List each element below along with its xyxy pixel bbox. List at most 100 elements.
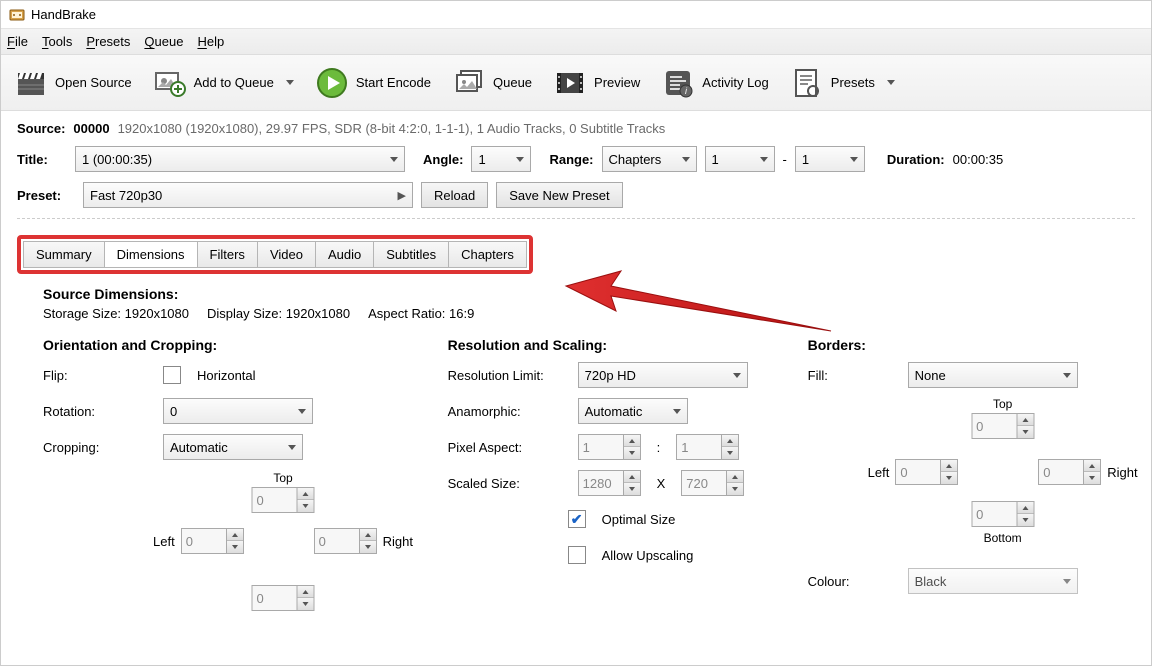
- menu-file[interactable]: File: [7, 34, 28, 49]
- flip-label: Flip:: [43, 368, 153, 383]
- separator: [17, 218, 1135, 219]
- display-size: Display Size: 1920x1080: [207, 306, 350, 321]
- border-left-spinner[interactable]: [895, 459, 958, 485]
- border-bottom-input[interactable]: [972, 502, 1016, 526]
- add-queue-icon: [154, 67, 186, 99]
- chevron-down-icon: [1063, 579, 1071, 584]
- aspect-ratio: Aspect Ratio: 16:9: [368, 306, 474, 321]
- duration-label: Duration:: [887, 152, 945, 167]
- fill-value: None: [915, 368, 946, 383]
- play-icon: [316, 67, 348, 99]
- storage-size: Storage Size: 1920x1080: [43, 306, 189, 321]
- scaled-x: X: [657, 476, 666, 491]
- save-new-preset-button[interactable]: Save New Preset: [496, 182, 622, 208]
- menu-presets[interactable]: Presets: [86, 34, 130, 49]
- border-right-input[interactable]: [1039, 460, 1083, 484]
- tab-video[interactable]: Video: [257, 241, 315, 268]
- preview-button[interactable]: Preview: [548, 63, 646, 103]
- scaled-h-spinner[interactable]: [681, 470, 744, 496]
- border-top-label: Top: [971, 397, 1034, 411]
- chevron-down-icon: [390, 157, 398, 162]
- angle-value: 1: [478, 152, 485, 167]
- border-bottom-label: Bottom: [971, 531, 1034, 545]
- source-dimensions-heading: Source Dimensions:: [43, 286, 1115, 302]
- app-window: HandBrake File Tools Presets Queue Help …: [0, 0, 1152, 666]
- resolution-column: Resolution and Scaling: Resolution Limit…: [448, 331, 748, 611]
- activity-log-button[interactable]: i Activity Log: [656, 63, 774, 103]
- angle-select[interactable]: 1: [471, 146, 531, 172]
- par-x-spinner[interactable]: [578, 434, 641, 460]
- border-top-input[interactable]: [972, 414, 1016, 438]
- anamorphic-select[interactable]: Automatic: [578, 398, 688, 424]
- range-to-select[interactable]: 1: [795, 146, 865, 172]
- fill-label: Fill:: [808, 368, 898, 383]
- crop-bottom-input[interactable]: [253, 586, 297, 610]
- border-top-spinner[interactable]: [971, 413, 1034, 439]
- border-left-input[interactable]: [896, 460, 940, 484]
- crop-right-spinner[interactable]: [314, 528, 377, 554]
- rotation-select[interactable]: 0: [163, 398, 313, 424]
- fill-select[interactable]: None: [908, 362, 1078, 388]
- tab-audio[interactable]: Audio: [315, 241, 373, 268]
- allow-upscaling-checkbox[interactable]: [568, 546, 586, 564]
- colour-select[interactable]: Black: [908, 568, 1078, 594]
- border-grid: Top Left Right Botto: [868, 397, 1138, 547]
- scaled-w-input[interactable]: [579, 471, 623, 495]
- crop-left-input[interactable]: [182, 529, 226, 553]
- preset-select[interactable]: Fast 720p30 ▶: [83, 182, 413, 208]
- res-limit-select[interactable]: 720p HD: [578, 362, 748, 388]
- scaled-w-spinner[interactable]: [578, 470, 641, 496]
- tab-dimensions[interactable]: Dimensions: [104, 241, 197, 268]
- preview-icon: [554, 67, 586, 99]
- title-value: 1 (00:00:35): [82, 152, 152, 167]
- cropping-select[interactable]: Automatic: [163, 434, 303, 460]
- res-limit-value: 720p HD: [585, 368, 636, 383]
- par-label: Pixel Aspect:: [448, 440, 568, 455]
- chevron-down-icon: [733, 373, 741, 378]
- start-encode-button[interactable]: Start Encode: [310, 63, 437, 103]
- par-y-input[interactable]: [677, 435, 721, 459]
- cropping-label: Cropping:: [43, 440, 153, 455]
- optimal-size-checkbox[interactable]: [568, 510, 586, 528]
- par-y-spinner[interactable]: [676, 434, 739, 460]
- title-label: Title:: [17, 152, 67, 167]
- crop-top-input[interactable]: [253, 488, 297, 512]
- crop-top-spinner[interactable]: [252, 487, 315, 513]
- tab-filters[interactable]: Filters: [197, 241, 257, 268]
- range-from-value: 1: [712, 152, 719, 167]
- tab-summary[interactable]: Summary: [23, 241, 104, 268]
- queue-button[interactable]: Queue: [447, 63, 538, 103]
- crop-top-label: Top: [252, 471, 315, 485]
- chevron-down-icon: [1063, 373, 1071, 378]
- open-source-button[interactable]: Open Source: [9, 63, 138, 103]
- tab-chapters[interactable]: Chapters: [448, 241, 527, 268]
- res-limit-label: Resolution Limit:: [448, 368, 568, 383]
- crop-left-spinner[interactable]: [181, 528, 244, 554]
- tab-subtitles[interactable]: Subtitles: [373, 241, 448, 268]
- reload-button[interactable]: Reload: [421, 182, 488, 208]
- colour-label: Colour:: [808, 574, 898, 589]
- orientation-column: Orientation and Cropping: Flip: Horizont…: [43, 331, 388, 611]
- source-label: Source:: [17, 121, 65, 136]
- allow-upscaling-label: Allow Upscaling: [602, 548, 694, 563]
- flip-checkbox[interactable]: [163, 366, 181, 384]
- activity-log-label: Activity Log: [702, 75, 768, 90]
- border-bottom-spinner[interactable]: [971, 501, 1034, 527]
- menu-help[interactable]: Help: [197, 34, 224, 49]
- crop-grid: Top Left Right: [153, 471, 413, 611]
- par-x-input[interactable]: [579, 435, 623, 459]
- add-to-queue-button[interactable]: Add to Queue: [148, 63, 300, 103]
- range-type-select[interactable]: Chapters: [602, 146, 697, 172]
- menu-tools[interactable]: Tools: [42, 34, 72, 49]
- menu-queue[interactable]: Queue: [144, 34, 183, 49]
- crop-right-input[interactable]: [315, 529, 359, 553]
- range-from-select[interactable]: 1: [705, 146, 775, 172]
- presets-button[interactable]: Presets: [785, 63, 901, 103]
- title-select[interactable]: 1 (00:00:35): [75, 146, 405, 172]
- dimensions-panel: Source Dimensions: Storage Size: 1920x10…: [17, 274, 1135, 611]
- content-area: Source: 00000 1920x1080 (1920x1080), 29.…: [1, 111, 1151, 621]
- scaled-h-input[interactable]: [682, 471, 726, 495]
- border-right-spinner[interactable]: [1038, 459, 1101, 485]
- range-label: Range:: [549, 152, 593, 167]
- crop-bottom-spinner[interactable]: [252, 585, 315, 611]
